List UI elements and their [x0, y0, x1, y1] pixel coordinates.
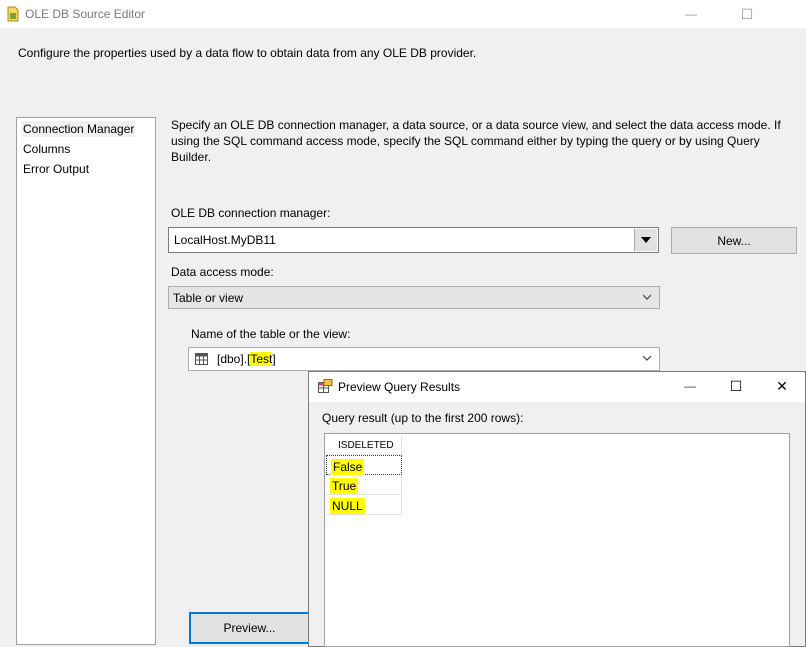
nav-item-label: Connection Manager: [23, 122, 135, 136]
maximize-icon: ☐: [740, 5, 754, 22]
table-name-label: Name of the table or the view:: [191, 327, 351, 341]
maximize-icon: ☐: [729, 377, 743, 394]
dialog-close-button[interactable]: ✕: [759, 372, 805, 400]
ssis-source-icon: [7, 6, 19, 22]
dialog-maximize-button[interactable]: ☐: [713, 372, 759, 400]
new-button-label: New...: [717, 233, 751, 248]
minimize-icon: —: [685, 7, 697, 21]
page-nav-list[interactable]: Connection Manager Columns Error Output: [16, 117, 156, 645]
cell-value: True: [330, 478, 359, 494]
nav-item-label: Columns: [23, 142, 71, 156]
preview-results-icon: [318, 379, 333, 393]
grid-cell[interactable]: NULL: [326, 495, 402, 515]
dialog-minimize-button[interactable]: —: [667, 372, 713, 400]
connection-manager-value: LocalHost.MyDB11: [174, 233, 276, 247]
minimize-button[interactable]: —: [668, 0, 714, 28]
table-schema-text: [dbo].[: [217, 352, 251, 366]
query-result-label: Query result (up to the first 200 rows):: [322, 411, 524, 425]
dialog-title: Preview Query Results: [338, 380, 461, 394]
cell-value: NULL: [330, 498, 365, 514]
dialog-title-bar[interactable]: Preview Query Results — ☐ ✕: [309, 372, 805, 402]
column-header-isdeleted[interactable]: ISDELETED: [326, 435, 402, 455]
nav-item-error-output[interactable]: Error Output: [22, 161, 90, 177]
maximize-button[interactable]: ☐: [724, 0, 770, 28]
column-header-label: ISDELETED: [338, 440, 394, 451]
access-mode-value: Table or view: [173, 291, 244, 305]
instructions-text: Specify an OLE DB connection manager, a …: [171, 118, 781, 164]
new-connection-button[interactable]: New...: [671, 227, 797, 254]
preview-button[interactable]: Preview...: [189, 612, 310, 644]
preview-button-label: Preview...: [223, 621, 276, 635]
preview-query-results-dialog[interactable]: Preview Query Results — ☐ ✕ Query result…: [308, 371, 806, 647]
connection-dropdown-button[interactable]: [634, 229, 657, 251]
chevron-down-icon: [643, 294, 651, 300]
table-bracket-text: ]: [272, 352, 276, 366]
access-mode-label: Data access mode:: [171, 265, 274, 279]
chevron-down-icon: [643, 355, 651, 361]
grid-cell[interactable]: True: [326, 475, 402, 495]
nav-item-columns[interactable]: Columns: [22, 141, 71, 157]
table-icon: [195, 353, 208, 365]
table-name-highlight: Test: [250, 352, 273, 366]
close-icon: ✕: [776, 377, 788, 394]
cell-value: False: [331, 459, 365, 475]
table-name-combo[interactable]: [dbo].[Test]: [188, 347, 660, 371]
results-grid[interactable]: ISDELETED False True NULL: [324, 433, 790, 647]
table-name-value: [dbo].[Test]: [217, 352, 276, 366]
window-title: OLE DB Source Editor: [25, 7, 146, 21]
minimize-icon: —: [684, 379, 696, 393]
dropdown-arrow-icon: [641, 237, 651, 243]
access-mode-combo[interactable]: Table or view: [168, 286, 660, 309]
header-description: Configure the properties used by a data …: [18, 46, 477, 60]
window-title-bar[interactable]: OLE DB Source Editor — ☐: [0, 0, 806, 28]
connection-manager-combo[interactable]: LocalHost.MyDB11: [168, 227, 659, 253]
grid-cell[interactable]: False: [326, 455, 402, 475]
connection-manager-label: OLE DB connection manager:: [171, 206, 331, 220]
nav-item-connection-manager[interactable]: Connection Manager: [22, 121, 136, 137]
nav-item-label: Error Output: [23, 162, 90, 176]
